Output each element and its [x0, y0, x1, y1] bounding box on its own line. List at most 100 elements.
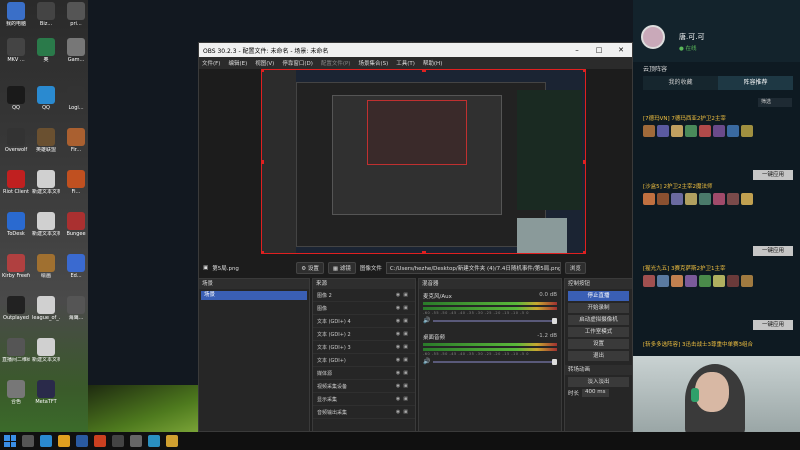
preview-canvas[interactable]	[261, 69, 586, 254]
desktop-icon-label: QQ	[42, 105, 50, 111]
desktop-icon[interactable]: 新建文本文档	[32, 170, 60, 195]
desktop-icon[interactable]: 绘画	[32, 254, 60, 279]
maximize-icon[interactable]: □	[588, 46, 610, 54]
desktop-icon[interactable]: MetaTFT	[32, 380, 60, 405]
menu-tools[interactable]: 工具(T)	[396, 59, 415, 67]
obs-menubar: 文件(F) 编辑(E) 视图(V) 停靠窗口(D) 配置文件(P) 场景集合(S…	[199, 57, 632, 69]
source-settings-button[interactable]: ⚙ 设置	[296, 262, 324, 274]
desktop-icon[interactable]: Fir...	[62, 128, 90, 153]
apply-comp-button[interactable]: 一键应用	[753, 170, 793, 180]
settings-icon[interactable]	[130, 435, 142, 447]
desktop-icon-label: pri...	[70, 21, 82, 27]
desktop-icon[interactable]: Riot Client	[2, 170, 30, 195]
desktop-icon[interactable]: 直播间二维码	[2, 338, 30, 363]
avatar[interactable]	[641, 25, 665, 49]
desktop-icon-label: MetaTFT	[35, 399, 57, 405]
app-icon	[37, 2, 55, 20]
windows-start-icon[interactable]	[4, 435, 16, 447]
desktop-icon[interactable]: 新建文本文档	[32, 212, 60, 237]
desktop-icon[interactable]: Gam...	[62, 38, 90, 63]
app-icon	[7, 380, 25, 398]
desktop-icon[interactable]: 海鹰...	[62, 296, 90, 321]
menu-file[interactable]: 文件(F)	[202, 59, 220, 67]
transform-handle[interactable]	[583, 160, 585, 164]
vscode-icon[interactable]	[76, 435, 88, 447]
search-icon[interactable]	[22, 435, 34, 447]
apply-comp-button[interactable]: 一键应用	[753, 320, 793, 330]
transform-handle[interactable]	[262, 251, 264, 253]
desktop-icon-label: QQ	[12, 105, 20, 111]
desktop-icon[interactable]: pri...	[62, 2, 90, 27]
desktop-icon[interactable]: Fi...	[62, 170, 90, 195]
desktop-icon[interactable]: Outplayed	[2, 296, 30, 321]
desktop-icon[interactable]: Overwolf	[2, 128, 30, 153]
desktop-icon[interactable]: QQ	[32, 86, 60, 111]
obs-icon[interactable]	[112, 435, 124, 447]
folder-icon[interactable]	[166, 435, 178, 447]
source-properties-bar: ▣ 第5局.png ⚙ 设置 ▦ 滤镜 图像文件 C:/Users/hezhe/…	[199, 261, 634, 275]
champion-icon	[741, 125, 753, 137]
apply-comp-button[interactable]: 一键应用	[753, 246, 793, 256]
source-filters-button[interactable]: ▦ 滤镜	[327, 262, 356, 274]
desktop-icon[interactable]: QQ	[2, 86, 30, 111]
transform-handle[interactable]	[422, 251, 426, 253]
desktop-icon-label: Overwolf	[4, 147, 28, 153]
desktop-icon[interactable]: 英雄联盟	[32, 128, 60, 153]
desktop-icon-label: 奥	[43, 57, 49, 63]
menu-help[interactable]: 帮助(H)	[423, 59, 442, 67]
transform-handle[interactable]	[262, 160, 264, 164]
desktop-icon[interactable]: Ed...	[62, 254, 90, 279]
transform-handle[interactable]	[583, 251, 585, 253]
champion-icon	[699, 125, 711, 137]
selected-source-name: 第5局.png	[212, 266, 239, 272]
browse-button[interactable]: 浏览	[564, 262, 586, 274]
app-icon	[37, 380, 55, 398]
desktop-icon-label: Riot Client	[3, 189, 29, 195]
app-icon	[37, 86, 55, 104]
transform-handle[interactable]	[422, 70, 426, 72]
desktop-icon[interactable]: 我的电脑	[2, 2, 30, 27]
nested-tft-panel	[517, 90, 582, 210]
app-icon	[67, 2, 85, 20]
desktop-icon[interactable]: Logi...	[62, 86, 90, 111]
game-icon[interactable]	[94, 435, 106, 447]
app-icon	[67, 212, 85, 230]
app-icon	[67, 296, 85, 314]
desktop-icon[interactable]: Kirby Freeform	[2, 254, 30, 279]
tab-recommended[interactable]: 阵容推荐	[718, 76, 793, 90]
app-icon	[67, 170, 85, 188]
close-icon[interactable]: ✕	[610, 46, 632, 54]
chrome-icon[interactable]	[58, 435, 70, 447]
user-status: ● 在线	[679, 46, 697, 52]
image-file-path[interactable]: C:/Users/hezhe/Desktop/新建文件夹 (4)/7.4日随机事…	[385, 262, 561, 274]
obs-window: OBS 30.2.3 - 配置文件: 未命名 - 场景: 未命名 – □ ✕ 文…	[198, 42, 633, 432]
menu-edit[interactable]: 编辑(E)	[228, 59, 247, 67]
champion-icon	[727, 125, 739, 137]
desktop-icon[interactable]: 新建文本文档	[32, 338, 60, 363]
desktop-icon[interactable]: Bungee	[62, 212, 90, 237]
desktop-icon[interactable]: 合色	[2, 380, 30, 405]
desktop-icon[interactable]: league_of_...	[32, 296, 60, 321]
streamer-face	[695, 372, 729, 412]
minimize-icon[interactable]: –	[566, 46, 588, 54]
tab-favorites[interactable]: 我的收藏	[643, 76, 718, 90]
panel-title: 云顶阵容	[643, 66, 668, 73]
champion-icon	[713, 193, 725, 205]
obs-titlebar[interactable]: OBS 30.2.3 - 配置文件: 未命名 - 场景: 未命名 – □ ✕	[199, 43, 632, 57]
menu-profile[interactable]: 配置文件(P)	[321, 59, 351, 67]
desktop-icon[interactable]: Biz...	[32, 2, 60, 27]
filter-dropdown[interactable]: 筛选	[758, 98, 792, 107]
menu-scene-collection[interactable]: 场景集合(S)	[358, 59, 388, 67]
qq-icon[interactable]	[40, 435, 52, 447]
menu-docks[interactable]: 停靠窗口(D)	[282, 59, 313, 67]
menu-view[interactable]: 视图(V)	[255, 59, 274, 67]
desktop-icon[interactable]: 奥	[32, 38, 60, 63]
transform-handle[interactable]	[262, 70, 264, 72]
desktop-icon-label: Gam...	[67, 57, 85, 63]
image-file-label: 图像文件	[359, 266, 382, 272]
obs-preview[interactable]	[199, 69, 632, 281]
transform-handle[interactable]	[583, 70, 585, 72]
desktop-icon[interactable]: MKV ...	[2, 38, 30, 63]
desktop-icon[interactable]: ToDesk	[2, 212, 30, 237]
edge-icon[interactable]	[148, 435, 160, 447]
